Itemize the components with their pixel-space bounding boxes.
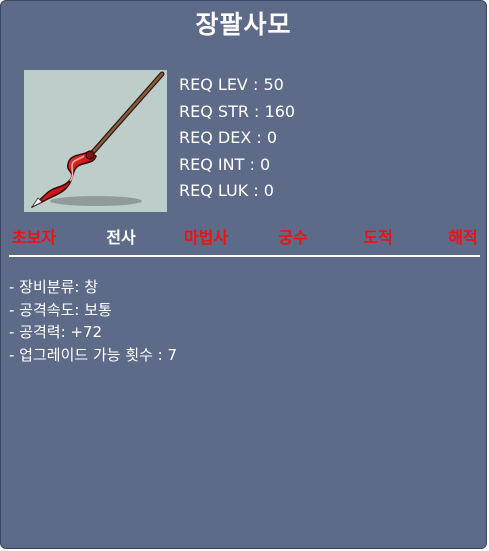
- divider: [9, 255, 480, 257]
- req-luk: REQ LUK : 0: [179, 181, 274, 200]
- item-icon-frame: [24, 70, 167, 212]
- requirements-list: REQ LEV : 50 REQ STR : 160 REQ DEX : 0 R…: [179, 72, 295, 205]
- req-str: REQ STR : 160: [179, 101, 296, 121]
- item-stats: - 장비분류: 창 - 공격속도: 보통 - 공격력: +72 - 업그레이드 …: [9, 276, 177, 366]
- stat-attack: - 공격력: +72: [9, 323, 103, 341]
- req-int: REQ INT : 0: [179, 154, 271, 174]
- req-level: REQ LEV : 50: [179, 75, 284, 94]
- job-warrior: 전사: [106, 228, 136, 247]
- item-tooltip: 장팔사모 REQ LEV : 50 REQ STR: 160 REQ DEX …: [0, 0, 487, 549]
- job-archer: 궁수: [278, 228, 308, 247]
- job-thief: 도적: [363, 228, 393, 247]
- job-beginner: 초보자: [11, 228, 57, 247]
- stat-upgrade-slots: - 업그레이드 가능 횟수 : 7: [9, 345, 178, 364]
- job-magician: 마법사: [183, 228, 229, 247]
- red-spear-icon: [30, 71, 165, 209]
- job-list: 초보자 전사 마법사 궁수 도적 해적: [1, 225, 489, 251]
- item-name: 장팔사모: [195, 10, 292, 39]
- stat-attack-speed: - 공격속도: 보통: [9, 300, 112, 319]
- stat-category: - 장비분류: 창: [9, 278, 99, 296]
- job-pirate: 해적: [448, 228, 478, 247]
- req-dex: REQ DEX : 0: [179, 128, 278, 147]
